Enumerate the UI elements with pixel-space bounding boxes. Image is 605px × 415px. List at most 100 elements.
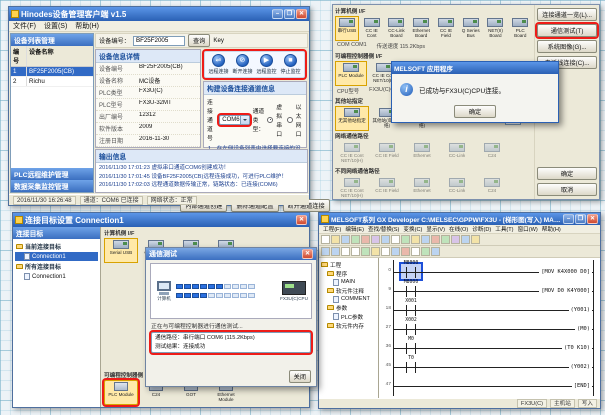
toolbar-icon[interactable] (361, 235, 370, 244)
tree-item-device-comment[interactable]: 软元件注释 (320, 286, 377, 295)
menu-help[interactable]: 帮助(H) (75, 21, 99, 31)
menu-online[interactable]: 在线(O) (449, 225, 468, 233)
tree-item-comment[interactable]: COMMENT (320, 295, 377, 303)
contact-symbol[interactable] (406, 362, 416, 373)
tile-plc-module[interactable]: PLC Module (104, 380, 138, 405)
menu-convert[interactable]: 变换(C) (403, 225, 422, 233)
toolbar-icon[interactable] (431, 235, 440, 244)
menu-file[interactable]: 文件(F) (13, 21, 36, 31)
toolbar-icon[interactable] (451, 235, 460, 244)
toolbar-icon[interactable] (401, 235, 410, 244)
contact-symbol[interactable] (406, 305, 416, 316)
tile-net-c24[interactable]: C24 (475, 141, 509, 166)
close-dialog-button[interactable]: 关闭 (289, 370, 311, 383)
radio-virtual-serial[interactable] (267, 117, 273, 123)
maximize-button[interactable]: ❐ (575, 214, 586, 224)
stop-monitor-button[interactable]: ■停止监控 (281, 54, 301, 75)
instruction[interactable]: [MOV K4X000 D0] (539, 269, 592, 276)
tile-cclink-board[interactable]: CC-Link Board (385, 16, 409, 41)
tile-plc-module[interactable]: PLC Module (335, 61, 367, 86)
tile-ccie-cont-board[interactable]: CC IE Cont NET/10(H) Board (360, 16, 384, 41)
contact-symbol[interactable] (406, 343, 416, 354)
ladder-symbol-icon[interactable] (361, 247, 370, 256)
toolbar-icon[interactable] (411, 235, 420, 244)
menu-tools[interactable]: 设置(S) (44, 21, 67, 31)
toolbar-icon[interactable] (471, 235, 480, 244)
contact-symbol[interactable] (406, 286, 416, 297)
tree-item-main[interactable]: MAIN (320, 278, 377, 286)
contact-symbol[interactable] (406, 267, 416, 278)
ladder-symbol-icon[interactable] (431, 247, 440, 256)
cancel-button[interactable]: 取消 (537, 183, 597, 196)
remote-connect-button[interactable]: ⇌远程连接 (208, 54, 228, 75)
coil[interactable]: (M0) (575, 326, 592, 333)
maximize-button[interactable]: ❐ (284, 9, 295, 19)
toolbar-icon[interactable] (381, 235, 390, 244)
ladder-symbol-icon[interactable] (351, 247, 360, 256)
tile-serial-usb[interactable]: Serial USB (104, 238, 138, 263)
ladder-symbol-icon[interactable] (401, 247, 410, 256)
device-row-2[interactable]: 2 Richu (11, 77, 93, 87)
tree-item-connection1-all[interactable]: Connection1 (15, 272, 98, 281)
device-row-1[interactable]: 1 BF25F2005(CB) (11, 67, 93, 77)
ladder-symbol-icon[interactable] (421, 247, 430, 256)
disconnect-button[interactable]: ⊘断开连接 (232, 54, 252, 75)
menu-project[interactable]: 工程(F) (323, 225, 341, 233)
toolbar-icon[interactable] (421, 235, 430, 244)
minimize-button[interactable]: – (563, 214, 574, 224)
tile-net-ethernet[interactable]: Ethernet (405, 141, 439, 166)
ladder-symbol-icon[interactable] (381, 247, 390, 256)
search-button[interactable]: 查询 (188, 34, 210, 47)
tile-net-ccie-cont[interactable]: CC IE Cont NET/10(H) (335, 141, 369, 166)
tree-item-device-memory[interactable]: 软元件内存 (320, 321, 377, 330)
minimize-button[interactable]: – (272, 9, 283, 19)
menu-edit[interactable]: 编辑(E) (345, 225, 364, 233)
tree-group-current[interactable]: 当前连接目标 (15, 241, 98, 252)
toolbar-icon[interactable] (331, 235, 340, 244)
sidebar-group-device-list[interactable]: 设备列表管理 (11, 34, 93, 46)
toolbar-icon[interactable] (441, 235, 450, 244)
tile-conet-cclink[interactable]: CC-Link (440, 176, 474, 201)
toolbar-icon[interactable] (321, 235, 330, 244)
close-button[interactable]: ✕ (296, 9, 307, 19)
ok-button[interactable]: 确定 (537, 167, 597, 180)
tile-conet-ethernet[interactable]: Ethernet (405, 176, 439, 201)
tile-conet-c24[interactable]: C24 (475, 176, 509, 201)
tree-item-project[interactable]: 工程 (320, 260, 377, 269)
channel-combobox[interactable]: COM6 (219, 115, 249, 125)
sidebar-group-data-monitor[interactable]: 数据采集监控管理 (11, 180, 93, 192)
communication-test-button[interactable]: 通信测试(T) (537, 24, 597, 37)
toolbar-icon[interactable] (351, 235, 360, 244)
system-image-button[interactable]: 系统图像(G)... (537, 40, 597, 53)
ladder-symbol-icon[interactable] (391, 247, 400, 256)
radio-ethernet[interactable] (287, 117, 293, 123)
close-button[interactable]: ✕ (302, 249, 313, 259)
tree-item-parameter[interactable]: 参数 (320, 303, 377, 312)
toolbar-icon[interactable] (371, 235, 380, 244)
ladder-symbol-icon[interactable] (331, 247, 340, 256)
toolbar-icon[interactable] (391, 235, 400, 244)
tree-group-all[interactable]: 所有连接目标 (15, 261, 98, 272)
popup-ok-button[interactable]: 确定 (454, 105, 496, 118)
tile-q-series-bus[interactable]: Q Series Bus (459, 16, 483, 41)
menu-find[interactable]: 查找/替换(S) (368, 225, 399, 233)
toolbar-icon[interactable] (461, 235, 470, 244)
instruction[interactable]: [MOV D0 K4Y000] (539, 288, 592, 295)
tile-no-other-station[interactable]: 无其他站指定 (335, 106, 369, 131)
ladder-symbol-icon[interactable] (371, 247, 380, 256)
menu-window[interactable]: 窗口(W) (518, 225, 538, 233)
sidebar-group-plc-maintenance[interactable]: PLC远程维护管理 (11, 168, 93, 180)
contact-symbol[interactable] (406, 324, 416, 335)
tree-item-program[interactable]: 程序 (320, 269, 377, 278)
toolbar-icon[interactable] (341, 235, 350, 244)
menu-tools[interactable]: 工具(T) (495, 225, 513, 233)
tile-serial-usb[interactable]: 串行USB (335, 16, 359, 41)
coil[interactable]: (Y002) (569, 364, 592, 371)
remote-monitor-button[interactable]: ▶远程监控 (257, 54, 277, 75)
ladder-symbol-icon[interactable] (341, 247, 350, 256)
tree-item-plc-parameter[interactable]: PLC参数 (320, 312, 377, 321)
ladder-symbol-icon[interactable] (411, 247, 420, 256)
channel-list-button[interactable]: 连接通道一览(L)... (537, 8, 597, 21)
ladder-canvas[interactable]: 0 M8000 [MOV K4X000 D0] 9 M8000 [MOV D0 … (379, 258, 600, 398)
output-log[interactable]: 2016/11/30 17:01:23 虚拟串口通道COM6创建成功！ 2016… (96, 163, 307, 192)
